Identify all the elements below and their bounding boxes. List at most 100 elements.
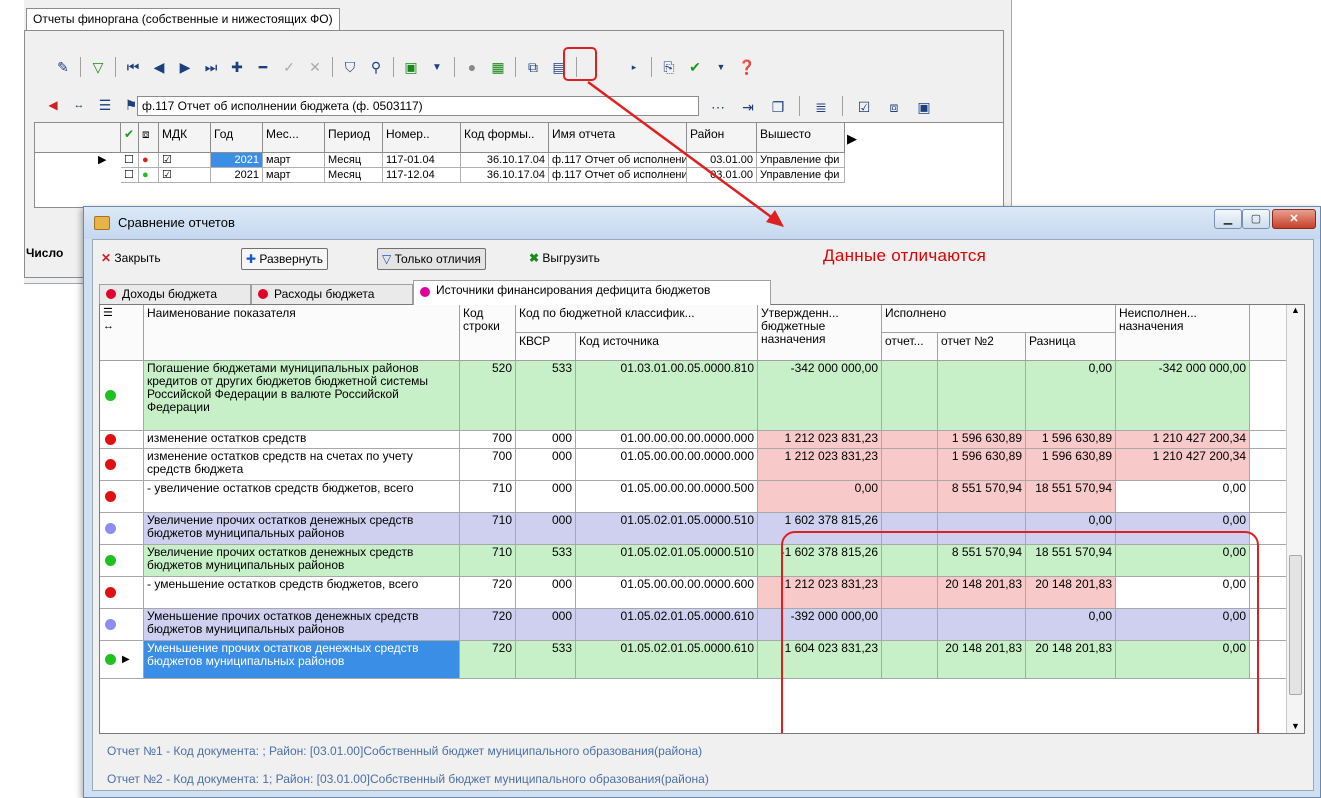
more-icon[interactable]: ▸ — [623, 56, 645, 78]
table-row[interactable]: изменение остатков средств 700 000 01.00.00… — [100, 431, 1288, 449]
header-line-code[interactable]: Код строки — [460, 305, 516, 361]
tab-income[interactable]: Доходы бюджета — [99, 284, 251, 304]
vertical-scrollbar[interactable]: ▲ ▼ — [1286, 305, 1304, 733]
header-approved[interactable]: Утвержденн... бюджетные назначения — [758, 305, 882, 361]
select-icon[interactable]: ⧈ — [883, 96, 905, 118]
maximize-button[interactable]: ▢ — [1242, 209, 1270, 229]
window-icon[interactable]: ❐ — [767, 96, 789, 118]
grid-icon[interactable]: ▦ — [487, 56, 509, 78]
toolbar-separator — [393, 57, 394, 77]
cell-kvsr: 000 — [516, 431, 576, 449]
list-icon[interactable]: ☰ — [94, 94, 116, 116]
scrollbar-thumb[interactable] — [1289, 555, 1302, 695]
apply-icon[interactable]: ✓ — [278, 56, 300, 78]
grid-header-year[interactable]: Год — [211, 123, 263, 153]
minimize-button[interactable]: ▁ — [1214, 209, 1242, 229]
report-type-select[interactable]: ф.117 Отчет об исполнении бюджета (ф. 05… — [137, 96, 699, 116]
checkbox-icon[interactable]: ☑ — [853, 96, 875, 118]
grid-header-number[interactable]: Номер.. — [383, 123, 461, 153]
import-icon[interactable]: ⇥ — [737, 96, 759, 118]
header-report1[interactable]: отчет... — [882, 333, 938, 361]
row-filler — [1250, 431, 1288, 449]
check-icon[interactable]: ✔ — [684, 56, 706, 78]
prev-record-icon[interactable]: ◀ — [148, 56, 170, 78]
save-icon[interactable]: ▣ — [913, 96, 935, 118]
grid-header-upper[interactable]: Вышесто — [757, 123, 845, 153]
status-dot-icon — [105, 587, 116, 598]
filter-down-icon[interactable]: ▽ — [87, 56, 109, 78]
header-unexecuted[interactable]: Неисполнен... назначения — [1116, 305, 1250, 361]
mdk-checkbox[interactable]: ☑ — [159, 153, 211, 168]
header-difference[interactable]: Разница — [1026, 333, 1116, 361]
edit-icon[interactable]: ✎ — [52, 56, 74, 78]
grid-header-report-name[interactable]: Имя отчета — [549, 123, 687, 153]
mdk-checkbox[interactable]: ☑ — [159, 168, 211, 183]
scroll-up-icon[interactable]: ▲ — [1287, 305, 1304, 315]
close-window-button[interactable]: ✕ — [1272, 209, 1316, 229]
first-record-icon[interactable]: ⏮ — [122, 56, 144, 78]
find-icon[interactable]: ⚲ — [365, 56, 387, 78]
cell-report2: 1 596 630,89 — [938, 449, 1026, 481]
header-budget-classification[interactable]: Код по бюджетной классифик... — [516, 305, 758, 333]
excel-icon: ✖ — [529, 251, 540, 265]
stop-icon[interactable]: ● — [461, 56, 483, 78]
grid-header-period[interactable]: Период — [325, 123, 383, 153]
check-header-icon[interactable]: ✔ — [121, 123, 139, 153]
grid-header-select[interactable] — [35, 123, 121, 153]
grid-header-form-code[interactable]: Код формы.. — [461, 123, 549, 153]
status-dot-icon — [100, 449, 144, 481]
cell-form-code: 36.10.17.04 — [461, 153, 549, 168]
reports-icon[interactable]: ▣ — [400, 56, 422, 78]
status-header-icon[interactable]: ⧈ — [139, 123, 159, 153]
grid-header-mdk[interactable]: МДК — [159, 123, 211, 153]
cell-report2: 8 551 570,94 — [938, 481, 1026, 513]
compare-reports-icon[interactable]: ⧉ — [522, 56, 544, 78]
dropdown-icon[interactable]: ▼ — [426, 56, 448, 78]
scroll-down-icon[interactable]: ▼ — [1287, 721, 1304, 731]
add-red-icon[interactable]: ◀ — [42, 94, 64, 116]
row-checkbox[interactable]: ☐ — [121, 153, 139, 168]
next-record-icon[interactable]: ▶ — [174, 56, 196, 78]
cell-unexecuted: 1 210 427 200,34 — [1116, 431, 1250, 449]
report-tools: ⋯ ⇥ ❐ ≣ ☑ ⧈ ▣ — [705, 96, 937, 118]
tab-financing-sources[interactable]: Источники финансирования дефицита бюджет… — [413, 280, 771, 305]
dropdown-icon[interactable]: ▼ — [710, 56, 732, 78]
tab-expenses[interactable]: Расходы бюджета — [251, 284, 413, 304]
lines-icon[interactable]: ≣ — [810, 96, 832, 118]
table-row[interactable]: Погашение бюджетами муниципальных районо… — [100, 361, 1288, 431]
row-checkbox[interactable]: ☐ — [121, 168, 139, 183]
cell-unexecuted: -342 000 000,00 — [1116, 361, 1250, 431]
header-report2[interactable]: отчет №2 — [938, 333, 1026, 361]
scroll-right-icon[interactable]: ▶ — [847, 131, 857, 147]
cell-line-code: 710 — [460, 545, 516, 577]
grid-header-district[interactable]: Район — [687, 123, 757, 153]
remove-icon[interactable]: ━ — [252, 56, 274, 78]
cell-year[interactable]: 2021 — [211, 153, 263, 168]
close-button[interactable]: ✕ Закрыть — [97, 248, 165, 270]
header-executed[interactable]: Исполнено — [882, 305, 1116, 333]
grid-header-month[interactable]: Мес... — [263, 123, 325, 153]
copy-icon[interactable]: ⎘ — [658, 56, 680, 78]
tab-fin-reports[interactable]: Отчеты финоргана (собственные и нижестоя… — [26, 8, 340, 30]
ellipsis-icon[interactable]: ⋯ — [707, 96, 729, 118]
last-record-icon[interactable]: ⏭ — [200, 56, 222, 78]
filter-icon[interactable]: ⛉ — [339, 56, 361, 78]
only-diff-toggle[interactable]: ▽ Только отличия — [377, 248, 486, 270]
header-indicator-name[interactable]: Наименование показателя — [144, 305, 460, 361]
export-button[interactable]: ✖ Выгрузить — [525, 248, 604, 270]
header-kvsr[interactable]: КВСР — [516, 333, 576, 361]
cancel-icon[interactable]: ✕ — [304, 56, 326, 78]
status-dot-icon — [420, 287, 430, 297]
add-icon[interactable]: ✚ — [226, 56, 248, 78]
dialog-titlebar[interactable]: Сравнение отчетов ▁ ▢ ✕ — [84, 207, 1320, 239]
status-dot-icon — [106, 289, 116, 299]
expand-button[interactable]: ✚ Развернуть — [241, 248, 329, 270]
header-source-code[interactable]: Код источника — [576, 333, 758, 361]
table-row[interactable]: изменение остатков средств на счетах по … — [100, 449, 1288, 481]
link-icon[interactable]: ↔ — [68, 94, 90, 116]
table-row[interactable]: - увеличение остатков средств бюджетов, … — [100, 481, 1288, 513]
help-icon[interactable]: ❓ — [736, 56, 758, 78]
column-settings-icon[interactable]: ☰ ↔ — [100, 305, 144, 361]
cell-line-code: 710 — [460, 513, 516, 545]
export-label: Выгрузить — [542, 251, 600, 265]
